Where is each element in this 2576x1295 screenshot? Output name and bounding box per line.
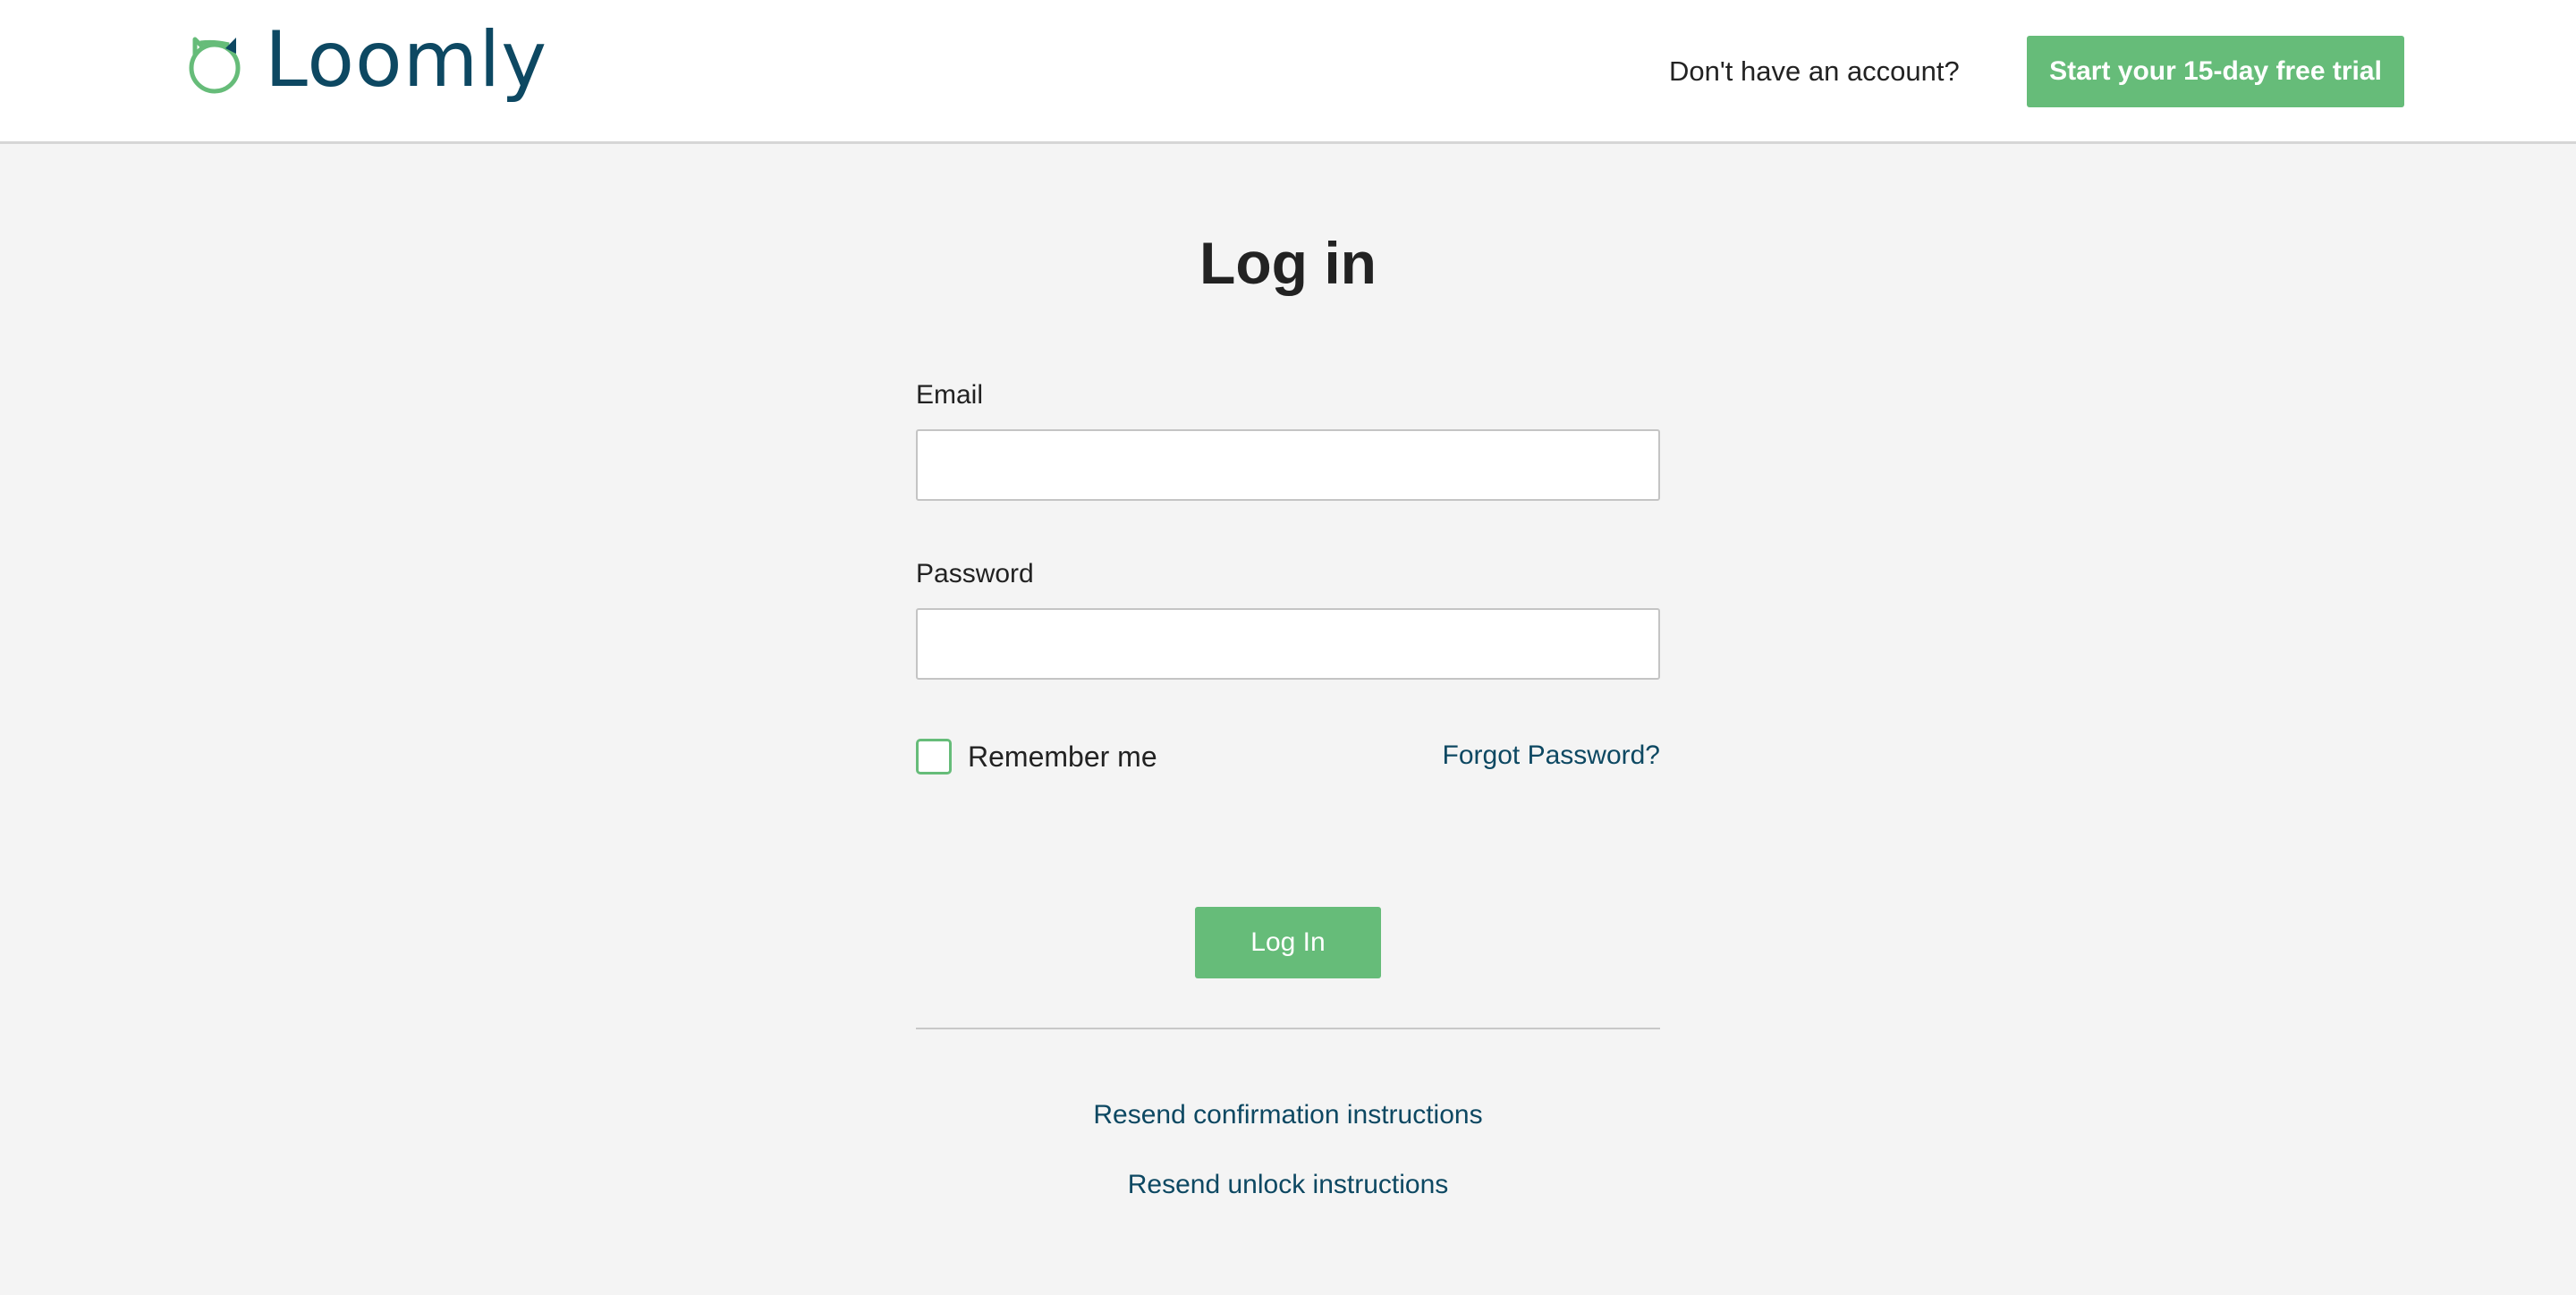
forgot-password-link[interactable]: Forgot Password? <box>1443 741 1660 771</box>
login-form: Email Password Remember me Forgot Passwo… <box>916 377 1660 778</box>
signup-prompt: Don't have an account? <box>1669 55 1960 87</box>
loomly-logo[interactable]: Loomly <box>182 21 547 98</box>
page-title: Log in <box>1199 230 1377 296</box>
login-options-row: Remember me Forgot Password? <box>916 739 1660 778</box>
remember-me-checkbox[interactable] <box>916 739 952 774</box>
start-trial-button[interactable]: Start your 15-day free trial <box>2027 36 2404 107</box>
resend-unlock-link[interactable]: Resend unlock instructions <box>1128 1170 1449 1199</box>
brand-name: Loomly <box>265 15 548 105</box>
resend-confirmation-row: Resend confirmation instructions <box>0 1097 2576 1133</box>
email-label: Email <box>916 380 984 410</box>
top-bar: Loomly Don't have an account? Start your… <box>0 0 2576 144</box>
resend-confirmation-link[interactable]: Resend confirmation instructions <box>1093 1100 1482 1130</box>
resend-unlock-row: Resend unlock instructions <box>0 1167 2576 1203</box>
loomly-owl-icon <box>189 37 241 94</box>
remember-me[interactable]: Remember me <box>916 739 1157 774</box>
login-button[interactable]: Log In <box>1195 907 1381 978</box>
password-field[interactable] <box>916 608 1660 680</box>
email-field[interactable] <box>916 429 1660 501</box>
divider <box>916 1028 1660 1029</box>
password-label: Password <box>916 559 1034 588</box>
remember-me-label: Remember me <box>968 740 1157 773</box>
